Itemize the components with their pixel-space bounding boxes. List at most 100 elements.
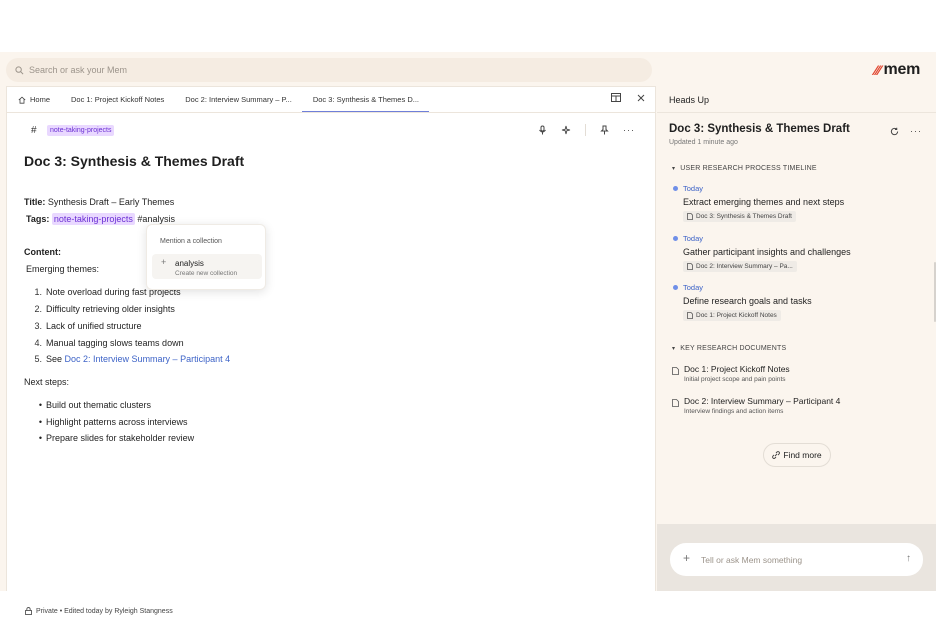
list-text: Manual tagging slows teams down (46, 338, 184, 348)
tags-label: Tags: (26, 214, 50, 224)
search-placeholder: Search or ask your Mem (29, 65, 128, 75)
tag-typed: #analysis (137, 214, 175, 224)
timeline-dot (673, 285, 678, 290)
tab-label: Doc 1: Project Kickoff Notes (71, 95, 165, 104)
timeline-doc-ref[interactable]: Doc 1: Project Kickoff Notes (683, 310, 781, 321)
list-item: • Prepare slides for stakeholder review (24, 433, 194, 443)
content-label: Content: (24, 247, 61, 257)
divider (657, 112, 936, 113)
bullet: • (38, 400, 42, 410)
panel-header: Heads Up (669, 95, 710, 105)
create-collection-option[interactable]: + analysis Create new collection (152, 254, 262, 279)
option-subtitle: Create new collection (175, 270, 238, 277)
list-text: Difficulty retrieving older insights (46, 304, 175, 314)
key-doc-title[interactable]: Doc 2: Interview Summary – Participant 4 (684, 396, 840, 406)
microphone-icon[interactable] (538, 125, 547, 135)
tab-doc-1[interactable]: Doc 1: Project Kickoff Notes (60, 87, 174, 112)
send-arrow-icon[interactable]: ↑ (906, 553, 911, 564)
timeline-date: Today (683, 184, 704, 193)
tab-doc-3[interactable]: Doc 3: Synthesis & Themes D... (301, 87, 429, 112)
close-icon[interactable] (637, 94, 645, 102)
list-item: 2. Difficulty retrieving older insights (24, 304, 175, 314)
document-icon (687, 312, 693, 319)
list-text: Lack of unified structure (46, 321, 142, 331)
list-number: 3. (34, 321, 42, 331)
list-item: 3. Lack of unified structure (24, 321, 142, 331)
timeline-section-header[interactable]: ▾ USER RESEARCH PROCESS TIMELINE (672, 165, 817, 172)
editor-pane: Home Doc 1: Project Kickoff Notes Doc 2:… (6, 86, 656, 615)
split-view-icon[interactable] (611, 93, 621, 102)
tag-chip[interactable]: note-taking-projects (47, 125, 115, 136)
more-options-icon[interactable]: ··· (623, 125, 635, 135)
mem-logo: ⁄⁄⁄ mem (874, 61, 920, 79)
doc-2-link[interactable]: Doc 2: Interview Summary – Participant 4 (65, 354, 231, 364)
panel-actions: ··· (890, 126, 922, 136)
bullet: • (38, 417, 42, 427)
tab-label: Home (30, 95, 51, 104)
search-icon (15, 65, 24, 74)
tab-label: Doc 2: Interview Summary – P... (185, 95, 292, 104)
tab-home[interactable]: Home (7, 87, 60, 112)
ref-label: Doc 2: Interview Summary – Pa... (696, 263, 793, 270)
list-text: See (46, 354, 63, 364)
key-doc-title[interactable]: Doc 1: Project Kickoff Notes (684, 364, 790, 374)
chevron-down-icon: ▾ (672, 346, 676, 352)
tags-line: Tags: note-taking-projects #analysis (26, 213, 175, 225)
key-doc-subtitle: Initial project scope and pain points (684, 376, 786, 383)
tag-chip-inline[interactable]: note-taking-projects (51, 213, 135, 225)
document-icon (672, 399, 679, 407)
emerging-label: Emerging themes: (26, 264, 100, 274)
top-bar: Search or ask your Mem ⁄⁄⁄ mem (0, 52, 936, 86)
tab-label: Doc 3: Synthesis & Themes D... (312, 94, 419, 104)
sparkle-icon[interactable] (561, 125, 571, 135)
section-title: KEY RESEARCH DOCUMENTS (680, 345, 787, 352)
ref-label: Doc 3: Synthesis & Themes Draft (696, 213, 792, 220)
timeline-date: Today (683, 234, 704, 243)
list-item: • Highlight patterns across interviews (24, 417, 188, 427)
key-docs-section-header[interactable]: ▾ KEY RESEARCH DOCUMENTS (672, 345, 786, 352)
brand-name: mem (883, 61, 921, 78)
list-text: Build out thematic clusters (46, 400, 152, 410)
link-icon (772, 451, 781, 459)
next-steps-label: Next steps: (24, 377, 70, 387)
toolbar-divider (585, 124, 586, 136)
logo-mark-icon: ⁄⁄⁄ (874, 62, 881, 78)
section-title: USER RESEARCH PROCESS TIMELINE (680, 165, 817, 172)
timeline-doc-ref[interactable]: Doc 3: Synthesis & Themes Draft (683, 211, 796, 222)
lock-icon (25, 607, 32, 615)
timeline-dot (673, 236, 678, 241)
refresh-icon[interactable] (890, 127, 899, 136)
list-number: 2. (34, 304, 42, 314)
list-item: • Build out thematic clusters (24, 400, 151, 410)
timeline-text: Extract emerging themes and next steps (683, 197, 845, 207)
pin-icon[interactable] (600, 125, 609, 135)
hash-icon: # (31, 125, 37, 136)
timeline-doc-ref[interactable]: Doc 2: Interview Summary – Pa... (683, 261, 797, 272)
timeline-date: Today (683, 283, 704, 292)
chat-input[interactable]: + Tell or ask Mem something ↑ (670, 543, 923, 576)
tab-doc-2[interactable]: Doc 2: Interview Summary – P... (174, 87, 302, 112)
tab-tools (611, 93, 645, 102)
mention-collection-popup: Mention a collection + analysis Create n… (146, 224, 266, 290)
list-text: Prepare slides for stakeholder review (46, 433, 195, 443)
title-label: Title: (24, 197, 46, 207)
footer-text: Private • Edited today by Ryleigh Stangn… (36, 607, 173, 615)
find-more-button[interactable]: Find more (763, 443, 831, 467)
home-icon (18, 96, 26, 104)
title-value: Synthesis Draft – Early Themes (47, 197, 175, 207)
timeline-dot (673, 186, 678, 191)
doc-title: Doc 3: Synthesis & Themes Draft (24, 153, 245, 169)
document-icon (687, 213, 693, 220)
more-options-icon[interactable]: ··· (910, 126, 922, 136)
ref-label: Doc 1: Project Kickoff Notes (696, 312, 777, 319)
timeline-text: Gather participant insights and challeng… (683, 247, 851, 257)
tab-bar: Home Doc 1: Project Kickoff Notes Doc 2:… (7, 87, 655, 113)
option-label: analysis (175, 259, 204, 268)
bullet: • (38, 433, 42, 443)
list-number: 5. (34, 354, 42, 364)
plus-icon[interactable]: + (683, 551, 690, 565)
title-line: Title: Synthesis Draft – Early Themes (24, 197, 174, 207)
doc-toolbar: # note-taking-projects ··· (7, 113, 655, 147)
panel-updated: Updated 1 minute ago (669, 139, 738, 146)
search-input[interactable]: Search or ask your Mem (6, 58, 652, 82)
